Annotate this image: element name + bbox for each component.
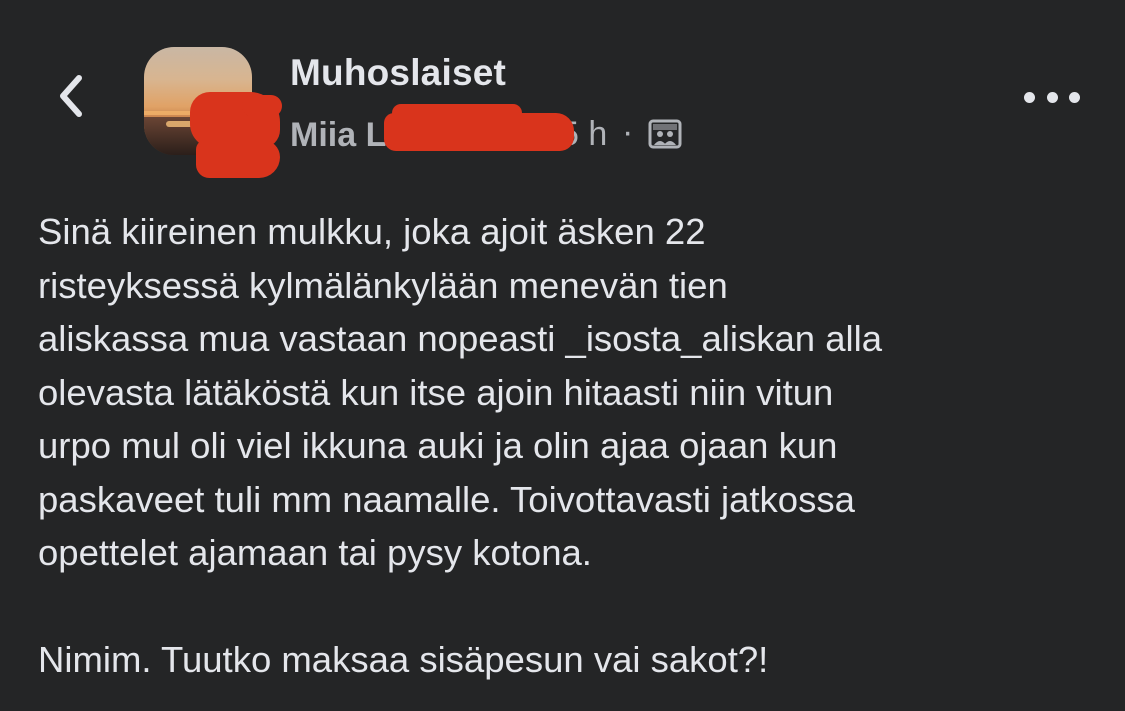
back-button[interactable]: [48, 68, 92, 124]
chevron-left-icon: [60, 75, 82, 117]
group-photo-icon: [648, 119, 682, 158]
more-options-dot: [1046, 91, 1058, 103]
post-meta: Miia L 5 h ·: [290, 113, 682, 157]
redaction-name-strike: [242, 95, 282, 117]
author-name[interactable]: Miia L: [290, 116, 386, 155]
redaction-surname-top: [392, 104, 522, 122]
more-options-button[interactable]: [1024, 82, 1080, 112]
meta-separator: ·: [622, 113, 634, 151]
more-options-dot: [1024, 91, 1035, 103]
redaction-avatar-overlay-tail: [196, 140, 280, 178]
post-body: Sinä kiireinen mulkku, joka ajoit äsken …: [38, 211, 883, 680]
more-options-dot: [1069, 91, 1080, 103]
group-name[interactable]: Muhoslaiset: [290, 52, 506, 94]
